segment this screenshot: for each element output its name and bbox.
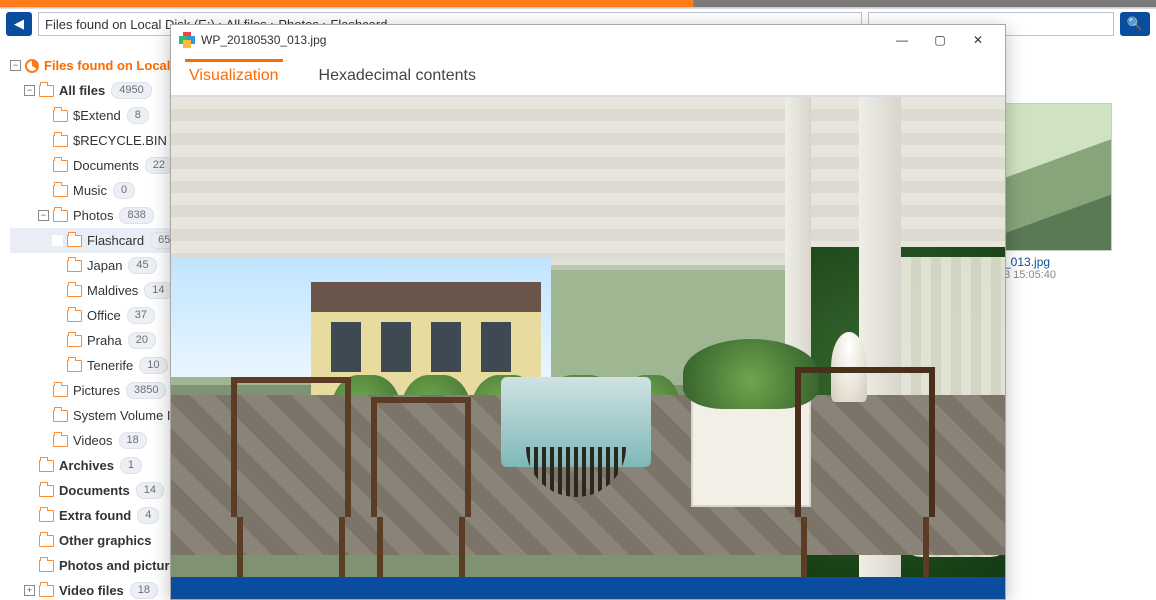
- count-badge: 3850: [126, 382, 166, 399]
- tree-label: Maldives: [87, 283, 138, 298]
- count-badge: 10: [139, 357, 167, 374]
- expand-icon[interactable]: +: [24, 585, 35, 596]
- tree-label: Praha: [87, 333, 122, 348]
- count-badge: 14: [144, 282, 172, 299]
- preview-titlebar[interactable]: WP_20180530_013.jpg — ▢ ✕: [171, 25, 1005, 55]
- folder-icon: [53, 385, 68, 397]
- preview-tabs: Visualization Hexadecimal contents: [171, 55, 1005, 95]
- tree-label: Tenerife: [87, 358, 133, 373]
- app-icon: [179, 32, 195, 48]
- tree-label: Archives: [59, 458, 114, 473]
- folder-icon: [53, 160, 68, 172]
- tree-label: Documents: [73, 158, 139, 173]
- chevron-left-icon: ◀: [14, 16, 24, 32]
- search-button[interactable]: 🔍: [1120, 12, 1150, 36]
- disk-icon: [25, 59, 39, 73]
- tree-label: Japan: [87, 258, 122, 273]
- tree-label: $RECYCLE.BIN: [73, 133, 167, 148]
- tree-label: Videos: [73, 433, 113, 448]
- folder-icon: [67, 310, 82, 322]
- app-top-strip: [0, 0, 1156, 8]
- folder-icon: [67, 360, 82, 372]
- count-badge: 1: [120, 457, 142, 474]
- count-badge: 4950: [111, 82, 151, 99]
- collapse-icon[interactable]: −: [24, 85, 35, 96]
- tree-label: Music: [73, 183, 107, 198]
- folder-icon: [39, 460, 54, 472]
- count-badge: 45: [128, 257, 156, 274]
- back-button[interactable]: ◀: [6, 12, 32, 36]
- folder-icon: [39, 510, 54, 522]
- collapse-icon[interactable]: −: [38, 210, 49, 221]
- folder-icon: [39, 85, 54, 97]
- preview-window: WP_20180530_013.jpg — ▢ ✕ Visualization …: [170, 24, 1006, 600]
- tree-label: Photos: [73, 208, 113, 223]
- tab-visualization[interactable]: Visualization: [185, 59, 283, 95]
- preview-bottom-strip: [171, 577, 1005, 599]
- folder-icon: [53, 185, 68, 197]
- tree-label: Pictures: [73, 383, 120, 398]
- count-badge: 37: [127, 307, 155, 324]
- count-badge: 18: [119, 432, 147, 449]
- count-badge: 0: [113, 182, 135, 199]
- folder-icon: [67, 260, 82, 272]
- folder-icon: [39, 560, 54, 572]
- tree-label: Office: [87, 308, 121, 323]
- count-badge: 838: [119, 207, 153, 224]
- tree-label: Extra found: [59, 508, 131, 523]
- count-badge: 14: [136, 482, 164, 499]
- folder-icon: [39, 535, 54, 547]
- preview-title: WP_20180530_013.jpg: [201, 33, 883, 47]
- tree-label: Flashcard: [87, 233, 144, 248]
- search-icon: 🔍: [1127, 16, 1143, 32]
- folder-icon: [53, 210, 68, 222]
- file-thumbnail[interactable]: _013.jpg 3 15:05:40: [1004, 103, 1124, 281]
- folder-icon: [53, 435, 68, 447]
- folder-icon: [39, 485, 54, 497]
- minimize-button[interactable]: —: [883, 25, 921, 55]
- folder-icon: [39, 585, 54, 597]
- tab-hexadecimal[interactable]: Hexadecimal contents: [315, 59, 480, 95]
- folder-icon: [53, 410, 68, 422]
- thumbnail-date: 3 15:05:40: [1004, 269, 1124, 281]
- count-badge: 20: [128, 332, 156, 349]
- tree-label: $Extend: [73, 108, 121, 123]
- count-badge: 8: [127, 107, 149, 124]
- maximize-icon: ▢: [934, 33, 945, 47]
- count-badge: 18: [130, 582, 158, 599]
- tree-label: Video files: [59, 583, 124, 598]
- preview-image: [171, 97, 1005, 577]
- close-button[interactable]: ✕: [959, 25, 997, 55]
- tree-label: Photos and pictures: [59, 558, 184, 573]
- tree-label: Documents: [59, 483, 130, 498]
- folder-icon: [53, 110, 68, 122]
- count-badge: 4: [137, 507, 159, 524]
- collapse-icon[interactable]: −: [10, 60, 21, 71]
- folder-icon: [67, 285, 82, 297]
- thumbnail-image: [1004, 103, 1112, 251]
- tree-label: All files: [59, 83, 105, 98]
- folder-icon: [67, 235, 82, 247]
- thumbnail-filename: _013.jpg: [1004, 255, 1124, 269]
- maximize-button[interactable]: ▢: [921, 25, 959, 55]
- folder-icon: [53, 135, 68, 147]
- folder-icon: [67, 335, 82, 347]
- tree-label: Other graphics: [59, 533, 151, 548]
- close-icon: ✕: [973, 33, 983, 47]
- count-badge: 22: [145, 157, 173, 174]
- minimize-icon: —: [896, 33, 908, 47]
